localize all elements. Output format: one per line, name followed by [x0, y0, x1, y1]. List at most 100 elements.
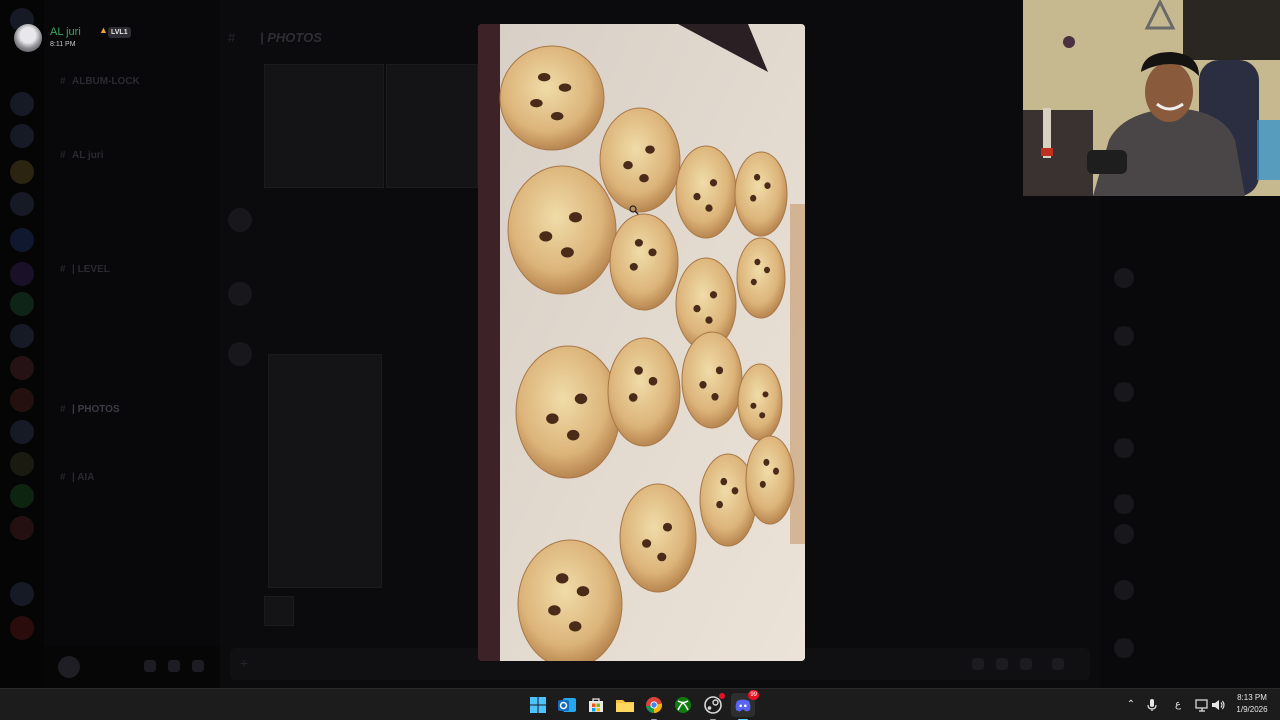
image-attachment[interactable] — [264, 64, 384, 188]
member-item[interactable] — [1114, 578, 1264, 602]
channel-item[interactable]: # AL juri — [60, 150, 103, 164]
clock-time: 8:13 PM — [1237, 693, 1267, 702]
taskbar-app-steam[interactable] — [701, 693, 725, 720]
server-icon[interactable] — [10, 324, 34, 348]
avatar[interactable] — [228, 342, 252, 366]
mic-icon[interactable] — [144, 660, 156, 672]
chocolate-chip — [648, 248, 657, 257]
chocolate-chip — [639, 174, 649, 183]
server-icon[interactable] — [10, 292, 34, 316]
image-attachment[interactable] — [386, 64, 478, 188]
headphones-icon[interactable] — [168, 660, 180, 672]
member-item[interactable] — [1114, 324, 1264, 348]
channel-label: | LEVEL — [72, 264, 110, 275]
taskbar-app-file-explorer[interactable] — [613, 693, 637, 717]
discord-notification-badge: 99 — [748, 690, 759, 700]
chocolate-chip — [623, 161, 633, 170]
server-icon[interactable] — [10, 516, 34, 540]
taskbar-app-discord[interactable]: 99 — [731, 690, 759, 720]
network-icon[interactable] — [1194, 697, 1210, 713]
channel-item[interactable]: # | AIA — [60, 472, 94, 486]
channel-label: | AIA — [72, 472, 95, 483]
start-button[interactable] — [526, 693, 550, 717]
chocolate-chip — [634, 238, 643, 247]
server-icon[interactable] — [10, 616, 34, 640]
server-icon[interactable] — [10, 92, 34, 116]
chrome-icon — [646, 697, 663, 714]
server-icon[interactable] — [10, 452, 34, 476]
member-item[interactable] — [1114, 380, 1264, 404]
server-icon[interactable] — [10, 484, 34, 508]
taskbar-app-outlook[interactable] — [555, 693, 579, 717]
server-icon[interactable] — [10, 192, 34, 216]
avatar[interactable] — [58, 656, 80, 678]
chevron-up-icon[interactable]: ⌃ — [1123, 697, 1139, 713]
chocolate-chip — [754, 258, 761, 266]
emoji-icon[interactable] — [1052, 658, 1064, 670]
channel-item[interactable]: # | LEVEL — [60, 264, 110, 278]
cookie — [517, 539, 623, 661]
server-icon[interactable] — [10, 582, 34, 606]
gear-icon[interactable] — [192, 660, 204, 672]
server-icon[interactable] — [10, 420, 34, 444]
volume-icon[interactable] — [1210, 697, 1226, 713]
webcam-feed-image — [1023, 0, 1280, 196]
server-icon[interactable] — [10, 356, 34, 380]
chocolate-chip — [705, 316, 713, 324]
sticker-icon[interactable] — [1020, 658, 1032, 670]
server-icon[interactable] — [10, 262, 34, 286]
uploader-name[interactable]: AL juri — [50, 26, 81, 38]
server-icon[interactable] — [10, 160, 34, 184]
gift-icon[interactable] — [972, 658, 984, 670]
cookie — [736, 237, 786, 319]
taskbar-app-chrome[interactable] — [642, 693, 666, 720]
chocolate-chip — [764, 182, 771, 189]
chocolate-chip — [558, 83, 572, 92]
image-viewer-photo[interactable] — [478, 24, 805, 661]
system-clock[interactable]: 8:13 PM 1/9/2026 — [1228, 692, 1276, 716]
channel-item-selected[interactable]: # | PHOTOS — [60, 404, 120, 418]
image-attachment[interactable] — [264, 596, 294, 626]
chocolate-chip — [715, 366, 724, 375]
chocolate-chip — [634, 366, 643, 375]
member-item[interactable] — [1114, 492, 1264, 516]
chocolate-chip — [693, 304, 701, 313]
cookie — [609, 213, 679, 311]
cookie — [681, 331, 743, 429]
avatar[interactable] — [228, 208, 252, 232]
channel-label: ALBUM-LOCK — [72, 76, 140, 87]
member-item[interactable] — [1114, 522, 1264, 546]
cookie — [507, 165, 617, 295]
cookies-on-tray-image — [478, 24, 805, 661]
chocolate-chip — [709, 291, 718, 299]
zoom-cursor-icon — [629, 205, 639, 215]
server-icon[interactable] — [10, 124, 34, 148]
image-attachment[interactable] — [268, 354, 382, 588]
server-icon[interactable] — [10, 228, 34, 252]
avatar[interactable] — [228, 282, 252, 306]
chocolate-chip — [537, 73, 551, 82]
chocolate-chip — [750, 194, 757, 202]
avatar[interactable] — [14, 24, 42, 52]
outlook-icon — [558, 698, 576, 712]
flame-icon: ▲ — [99, 25, 108, 35]
uploader-info[interactable]: AL juri ▲ LVL1 8:11 PM — [14, 22, 214, 54]
chocolate-chip — [657, 552, 667, 562]
member-item[interactable] — [1114, 436, 1264, 460]
server-icon[interactable] — [10, 388, 34, 412]
microphone-icon[interactable] — [1144, 697, 1160, 713]
member-item[interactable] — [1114, 266, 1264, 290]
chocolate-chip — [709, 179, 718, 187]
webcam-overlay — [1023, 0, 1280, 196]
taskbar-app-xbox[interactable] — [671, 693, 695, 717]
plus-icon[interactable]: + — [240, 655, 248, 671]
cookie — [734, 151, 788, 237]
gif-icon[interactable] — [996, 658, 1008, 670]
server-rail — [0, 0, 44, 688]
language-indicator[interactable]: ع — [1170, 697, 1186, 713]
channel-item[interactable]: # ALBUM-LOCK — [60, 76, 140, 90]
member-item[interactable] — [1114, 636, 1264, 660]
avatar — [1114, 382, 1134, 402]
taskbar-app-store[interactable] — [584, 693, 608, 717]
channel-label: | PHOTOS — [72, 404, 120, 415]
